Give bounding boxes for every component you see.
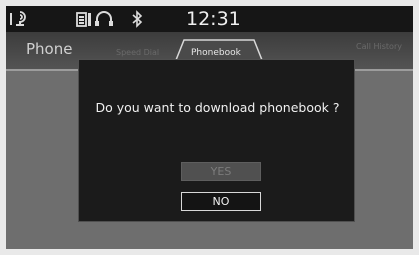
display-frame: 12:31 Phone Speed Dial Phonebook Call Hi… xyxy=(0,0,419,255)
dialog-message: Do you want to download phonebook ? xyxy=(95,100,340,115)
page-title: Phone xyxy=(26,40,73,58)
phone-battery-icon xyxy=(76,11,113,27)
no-button[interactable]: NO xyxy=(181,192,261,211)
yes-button[interactable]: YES xyxy=(181,162,261,181)
clock: 12:31 xyxy=(186,8,241,30)
tab-call-history[interactable]: Call History xyxy=(356,42,402,51)
signal-icon xyxy=(10,11,26,26)
bluetooth-icon xyxy=(132,10,143,28)
tab-phonebook[interactable]: Phonebook xyxy=(191,48,241,58)
download-dialog: Do you want to download phonebook ? YES … xyxy=(78,59,355,222)
status-bar: 12:31 xyxy=(6,6,413,32)
tab-speed-dial[interactable]: Speed Dial xyxy=(116,48,159,57)
infotainment-screen: 12:31 Phone Speed Dial Phonebook Call Hi… xyxy=(6,6,413,249)
headset-icon xyxy=(95,11,113,26)
